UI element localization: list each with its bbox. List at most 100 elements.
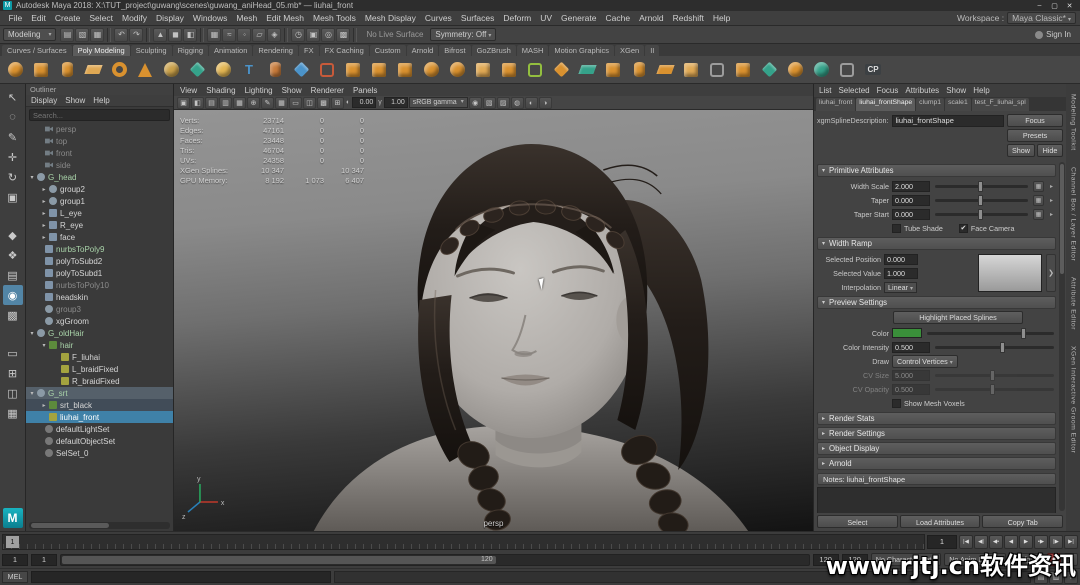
- ae-menu-item[interactable]: Selected: [838, 86, 869, 95]
- expand-arrow-icon[interactable]: ▸: [40, 210, 48, 217]
- viewport-canvas[interactable]: xyz Verts: 23714 0 0 Edges:: [174, 110, 813, 531]
- taper-slider[interactable]: [935, 199, 1028, 202]
- workspace-value[interactable]: Maya Classic*: [1007, 12, 1076, 24]
- exposure-field[interactable]: 0.00: [352, 97, 376, 108]
- time-slider[interactable]: 1: [2, 534, 925, 550]
- ae-node-tab[interactable]: test_F_liuhai_spl: [972, 98, 1029, 111]
- selected-position-field[interactable]: 0.000: [884, 254, 918, 265]
- film-gate-icon[interactable]: ▭: [289, 97, 302, 109]
- cv-size-slider[interactable]: [935, 374, 1054, 377]
- outliner-item[interactable]: top: [26, 135, 173, 147]
- outliner-item[interactable]: ▾ hair: [26, 339, 173, 351]
- tube-shade-checkbox[interactable]: Tube Shade: [892, 224, 943, 233]
- snap-grid-icon[interactable]: ▦: [207, 28, 221, 42]
- select-button[interactable]: Select: [817, 515, 898, 528]
- viewport-menu-item[interactable]: Shading: [206, 86, 235, 95]
- outliner-menu-item[interactable]: Display: [31, 96, 57, 105]
- shelf-tab[interactable]: Sculpting: [131, 45, 172, 56]
- shelf-boolean-difference[interactable]: [445, 58, 469, 82]
- shelf-target-weld[interactable]: [549, 58, 573, 82]
- bookmark-icon[interactable]: ▥: [219, 97, 232, 109]
- interpolation-dropdown[interactable]: Linear: [884, 282, 917, 293]
- ae-menu-item[interactable]: Attributes: [905, 86, 939, 95]
- ae-vertical-scrollbar[interactable]: [1059, 162, 1065, 511]
- expand-arrow-icon[interactable]: ▸: [40, 198, 48, 205]
- isolate-select-icon[interactable]: ◉: [469, 97, 482, 109]
- menu-item[interactable]: Deform: [499, 13, 536, 23]
- outliner-item[interactable]: L_braidFixed: [26, 363, 173, 375]
- shelf-tab[interactable]: II: [645, 45, 659, 56]
- gate-mask-icon[interactable]: ▩: [317, 97, 330, 109]
- shelf-tab[interactable]: Rigging: [173, 45, 208, 56]
- ae-collapsed-section[interactable]: ▸ Render Stats: [817, 412, 1056, 425]
- menu-item[interactable]: Surfaces: [456, 13, 499, 23]
- hide-button[interactable]: Hide: [1037, 144, 1063, 157]
- separator[interactable]: [200, 28, 204, 42]
- redo-icon[interactable]: ↷: [129, 28, 143, 42]
- checkbox-icon[interactable]: ✔: [959, 224, 968, 233]
- xgen-place-tool[interactable]: ❖: [3, 245, 23, 265]
- cv-opacity-field[interactable]: 0.500: [892, 384, 930, 395]
- camera-attributes-icon[interactable]: ▤: [205, 97, 218, 109]
- select-object-icon[interactable]: ◼: [168, 28, 182, 42]
- snap-curve-icon[interactable]: ≈: [222, 28, 236, 42]
- shelf-knife[interactable]: [835, 58, 859, 82]
- outliner-item[interactable]: ▾ G_oldHair: [26, 327, 173, 339]
- viewport-menu-item[interactable]: View: [180, 86, 197, 95]
- outliner-item[interactable]: ▸ R_eye: [26, 219, 173, 231]
- select-hierarchy-icon[interactable]: ▲: [153, 28, 167, 42]
- panel-tab-vertical[interactable]: XGen Interactive Groom Editor: [1070, 346, 1077, 453]
- attr-menu-icon[interactable]: [1047, 183, 1056, 190]
- wireframe-on-shaded-icon[interactable]: ▨: [497, 97, 510, 109]
- viewport-menu-item[interactable]: Panels: [353, 86, 377, 95]
- shelf-mirror[interactable]: [731, 58, 755, 82]
- width-scale-field[interactable]: 2.000: [892, 181, 930, 192]
- menu-item[interactable]: Generate: [557, 13, 601, 23]
- shelf-append-to-polygon[interactable]: [653, 58, 677, 82]
- outliner-item[interactable]: side: [26, 159, 173, 171]
- outliner-item[interactable]: R_braidFixed: [26, 375, 173, 387]
- lasso-tool[interactable]: ◌: [3, 107, 23, 127]
- animation-start-field[interactable]: 1: [31, 554, 57, 566]
- shelf-sculpt-brush[interactable]: [809, 58, 833, 82]
- shelf-poly-cone[interactable]: [133, 58, 157, 82]
- shelf-sweep-mesh[interactable]: [263, 58, 287, 82]
- gamma-field[interactable]: 1.00: [384, 97, 408, 108]
- outliner-item[interactable]: defaultObjectSet: [26, 435, 173, 447]
- shelf-tab[interactable]: Poly Modeling: [73, 45, 130, 56]
- command-line-input[interactable]: [31, 571, 331, 583]
- maximize-button[interactable]: ▢: [1047, 2, 1062, 10]
- scale-tool[interactable]: ▣: [3, 187, 23, 207]
- shelf-symmetrize[interactable]: [757, 58, 781, 82]
- save-scene-icon[interactable]: ▦: [90, 28, 104, 42]
- shelf-average-vertices[interactable]: [783, 58, 807, 82]
- ae-node-tab[interactable]: scale1: [945, 98, 971, 111]
- ae-menu-item[interactable]: List: [819, 86, 831, 95]
- ae-collapsed-section[interactable]: ▸ Arnold: [817, 457, 1056, 470]
- expand-arrow-icon[interactable]: ▾: [40, 342, 48, 349]
- mel-toggle-button[interactable]: MEL: [2, 571, 28, 583]
- show-button[interactable]: Show: [1007, 144, 1035, 157]
- menu-set-dropdown[interactable]: Modeling: [3, 28, 56, 41]
- shelf-platonic-solid[interactable]: [185, 58, 209, 82]
- slider-knob[interactable]: [1000, 342, 1005, 353]
- outliner-item[interactable]: liuhai_front: [26, 411, 173, 423]
- menu-item[interactable]: Windows: [188, 13, 231, 23]
- outliner-menu-item[interactable]: Show: [65, 96, 85, 105]
- shelf-poly-cylinder[interactable]: [55, 58, 79, 82]
- shelf-crease-tool[interactable]: [705, 58, 729, 82]
- shelf-boolean-union[interactable]: [419, 58, 443, 82]
- expand-arrow-icon[interactable]: ▾: [28, 174, 36, 181]
- separator[interactable]: [284, 28, 288, 42]
- outliner-item[interactable]: ▸ group1: [26, 195, 173, 207]
- width-scale-slider[interactable]: [935, 185, 1028, 188]
- close-button[interactable]: ✕: [1062, 2, 1077, 10]
- color-intensity-slider[interactable]: [935, 346, 1054, 349]
- undo-icon[interactable]: ↶: [114, 28, 128, 42]
- taper-start-slider[interactable]: [935, 213, 1028, 216]
- notes-bar[interactable]: Notes: liuhai_frontShape: [817, 473, 1056, 485]
- slider-knob[interactable]: [990, 370, 995, 381]
- outliner-item[interactable]: SelSet_0: [26, 447, 173, 459]
- rotate-tool[interactable]: ↻: [3, 167, 23, 187]
- shelf-poly-disc[interactable]: [159, 58, 183, 82]
